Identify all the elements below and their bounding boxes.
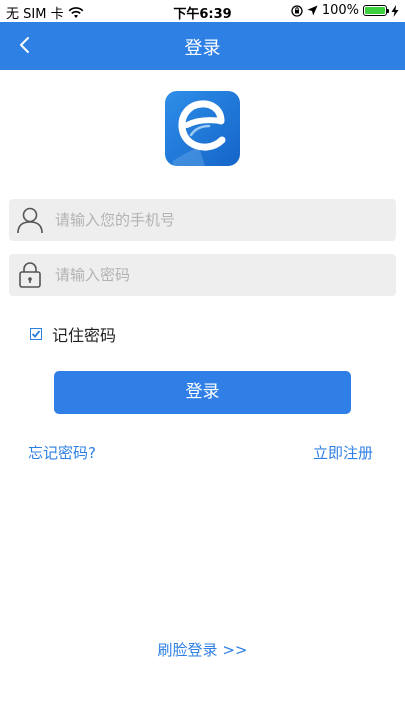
remember-checkbox[interactable] xyxy=(30,328,42,340)
remember-password[interactable]: 记住密码 xyxy=(30,322,116,346)
page-title: 登录 xyxy=(184,38,221,59)
forgot-password-link[interactable]: 忘记密码? xyxy=(28,442,96,463)
orientation-lock-icon xyxy=(291,4,303,17)
remember-label: 记住密码 xyxy=(52,326,117,345)
face-login-link[interactable]: 刷脸登录 >> xyxy=(0,639,405,660)
user-icon xyxy=(17,207,43,234)
battery-percent: 100% xyxy=(321,3,359,18)
status-right: 100% xyxy=(291,3,399,18)
phone-input[interactable] xyxy=(55,199,375,241)
navigation-bar: 登录 xyxy=(0,22,405,70)
battery-icon xyxy=(363,5,389,16)
status-bar: 无 SIM 卡 下午6:39 100% xyxy=(0,0,405,22)
phone-field xyxy=(9,199,396,241)
password-field xyxy=(9,254,396,296)
charging-bolt-icon xyxy=(391,4,399,17)
app-logo xyxy=(165,91,240,166)
location-arrow-icon xyxy=(307,5,318,16)
password-input[interactable] xyxy=(55,254,375,296)
login-button[interactable]: 登录 xyxy=(54,371,351,414)
register-link[interactable]: 立即注册 xyxy=(313,442,373,463)
e-logo-icon xyxy=(173,100,226,166)
check-icon xyxy=(31,330,41,338)
lock-icon xyxy=(19,262,41,288)
